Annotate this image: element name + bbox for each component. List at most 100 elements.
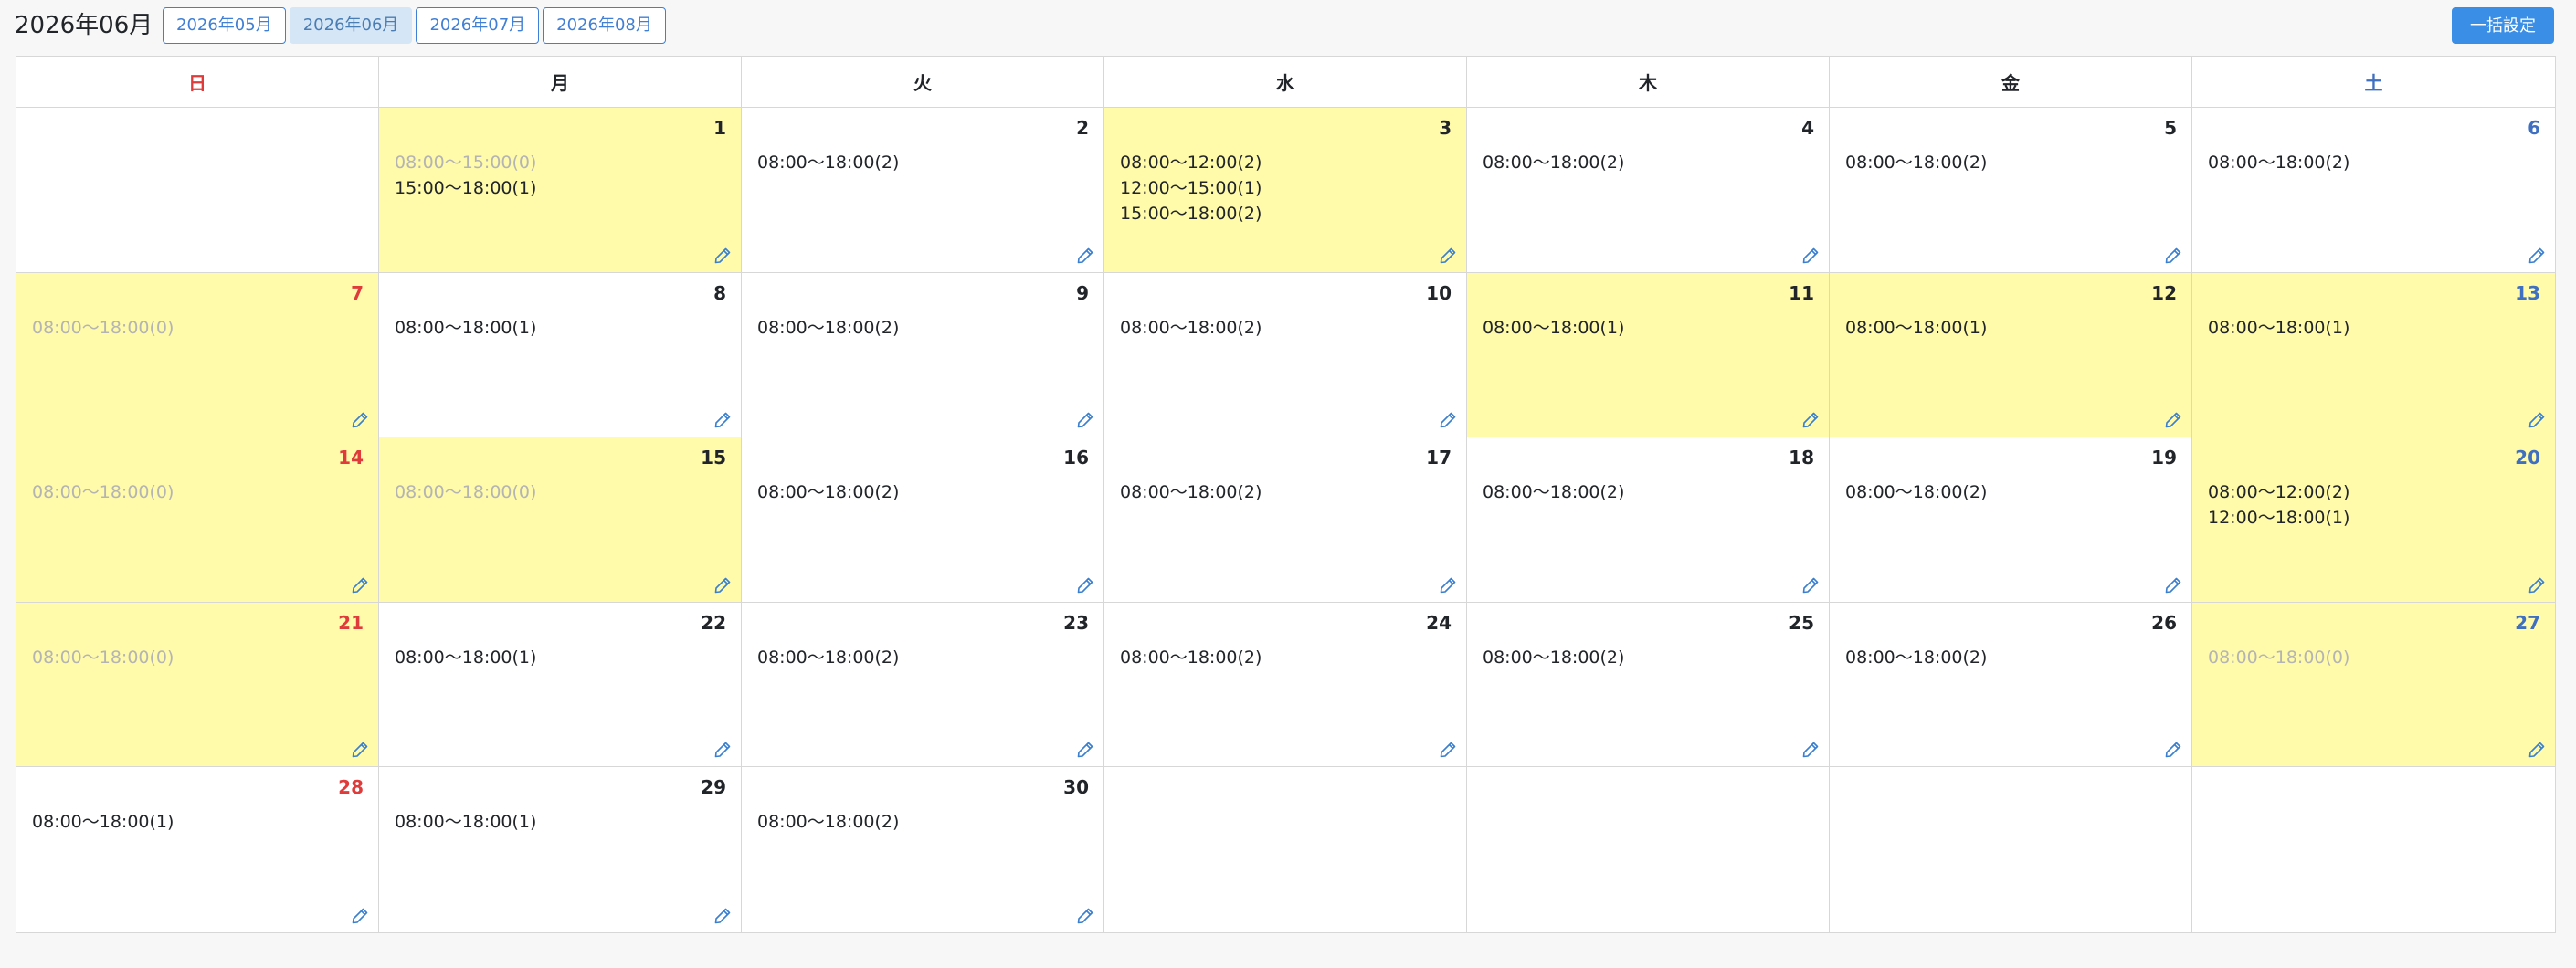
time-slot-list: 08:00〜18:00(1) (1483, 315, 1624, 341)
pencil-icon[interactable] (2164, 741, 2182, 759)
pencil-icon[interactable] (1801, 411, 1820, 429)
time-slot-list: 08:00〜18:00(0) (32, 315, 174, 341)
pencil-icon[interactable] (713, 411, 732, 429)
day-number: 4 (1801, 117, 1814, 139)
time-slot-list: 08:00〜18:00(1) (395, 645, 536, 670)
pencil-icon[interactable] (1076, 907, 1094, 925)
time-slot-list: 08:00〜15:00(0) 15:00〜18:00(1) (395, 150, 536, 201)
day-number: 16 (1063, 447, 1089, 469)
weekday-header-wed: 水 (1104, 57, 1467, 108)
time-slot-list: 08:00〜18:00(2) (757, 645, 899, 670)
day-number: 17 (1426, 447, 1452, 469)
time-slot: 08:00〜18:00(0) (2208, 647, 2350, 668)
calendar-day-cell: 22 08:00〜18:00(1) (379, 602, 742, 768)
page-title: 2026年06月 (15, 12, 153, 39)
calendar-day-cell: 4 08:00〜18:00(2) (1467, 108, 1830, 273)
calendar-day-cell: 3 08:00〜12:00(2) 12:00〜15:00(1) 15:00〜18:00… (1104, 108, 1467, 273)
pencil-icon[interactable] (2528, 247, 2546, 265)
calendar-day-cell: 10 08:00〜18:00(2) (1104, 272, 1467, 438)
day-number: 2 (1076, 117, 1089, 139)
calendar-day-cell: 6 08:00〜18:00(2) (2192, 108, 2555, 273)
pencil-icon[interactable] (713, 247, 732, 265)
time-slot-list: 08:00〜18:00(0) (2208, 645, 2349, 670)
time-slot-list: 08:00〜18:00(2) (757, 809, 899, 835)
pencil-icon[interactable] (2164, 411, 2182, 429)
pencil-icon[interactable] (351, 411, 369, 429)
day-number: 6 (2528, 117, 2540, 139)
pencil-icon[interactable] (1076, 741, 1094, 759)
pencil-icon[interactable] (713, 741, 732, 759)
pencil-icon[interactable] (1439, 247, 1457, 265)
day-number: 19 (2151, 447, 2177, 469)
day-number: 20 (2515, 447, 2540, 469)
calendar-day-cell: 7 08:00〜18:00(0) (16, 272, 379, 438)
time-slot: 08:00〜18:00(0) (32, 482, 174, 503)
calendar-day-cell: 15 08:00〜18:00(0) (379, 437, 742, 603)
calendar-grid: 日 月 火 水 木 金 土 1 08:00〜15:00(0) 15:00〜18:00… (16, 56, 2556, 933)
bulk-settings-button[interactable]: 一括設定 (2452, 7, 2554, 44)
time-slot: 08:00〜18:00(2) (1845, 647, 1988, 668)
time-slot-list: 08:00〜18:00(1) (1845, 315, 1987, 341)
pencil-icon[interactable] (2164, 247, 2182, 265)
tab-2026-07[interactable]: 2026年07月 (416, 7, 540, 44)
time-slot: 08:00〜18:00(2) (757, 153, 900, 173)
day-number: 3 (1439, 117, 1452, 139)
pencil-icon[interactable] (713, 576, 732, 594)
time-slot: 15:00〜18:00(2) (1120, 204, 1262, 224)
time-slot: 08:00〜18:00(2) (757, 482, 900, 503)
pencil-icon[interactable] (1076, 411, 1094, 429)
pencil-icon[interactable] (2528, 576, 2546, 594)
tab-2026-08[interactable]: 2026年08月 (543, 7, 666, 44)
day-number: 27 (2515, 611, 2540, 634)
pencil-icon[interactable] (351, 907, 369, 925)
day-number: 12 (2151, 281, 2177, 304)
calendar-day-cell: 29 08:00〜18:00(1) (379, 767, 742, 932)
time-slot-list: 08:00〜18:00(2) (1845, 479, 1987, 505)
day-number: 26 (2151, 611, 2177, 634)
calendar-empty-cell (2192, 767, 2555, 932)
time-slot: 08:00〜18:00(2) (1120, 482, 1262, 503)
time-slot-list: 08:00〜18:00(0) (395, 479, 536, 505)
calendar-empty-cell (16, 108, 379, 273)
pencil-icon[interactable] (1076, 576, 1094, 594)
tab-2026-05[interactable]: 2026年05月 (163, 7, 286, 44)
tab-2026-06[interactable]: 2026年06月 (289, 7, 413, 44)
calendar-day-cell: 8 08:00〜18:00(1) (379, 272, 742, 438)
pencil-icon[interactable] (351, 576, 369, 594)
time-slot: 08:00〜18:00(1) (395, 317, 537, 338)
time-slot: 08:00〜18:00(2) (1483, 153, 1625, 173)
time-slot: 08:00〜12:00(2) (1120, 153, 1262, 173)
pencil-icon[interactable] (713, 907, 732, 925)
pencil-icon[interactable] (1439, 411, 1457, 429)
calendar-day-cell: 17 08:00〜18:00(2) (1104, 437, 1467, 603)
pencil-icon[interactable] (2164, 576, 2182, 594)
time-slot-list: 08:00〜18:00(0) (32, 479, 174, 505)
pencil-icon[interactable] (351, 741, 369, 759)
pencil-icon[interactable] (1801, 741, 1820, 759)
time-slot-list: 08:00〜18:00(0) (32, 645, 174, 670)
pencil-icon[interactable] (2528, 411, 2546, 429)
pencil-icon[interactable] (1439, 741, 1457, 759)
time-slot: 08:00〜18:00(0) (395, 482, 537, 503)
calendar-day-cell: 12 08:00〜18:00(1) (1830, 272, 2192, 438)
calendar-day-cell: 23 08:00〜18:00(2) (742, 602, 1104, 768)
weekday-header-sat: 土 (2192, 57, 2555, 108)
weekday-header-sun: 日 (16, 57, 379, 108)
calendar-empty-cell (1104, 767, 1467, 932)
pencil-icon[interactable] (1801, 247, 1820, 265)
pencil-icon[interactable] (1439, 576, 1457, 594)
pencil-icon[interactable] (1801, 576, 1820, 594)
day-number: 14 (338, 447, 364, 469)
time-slot: 08:00〜18:00(0) (32, 647, 174, 668)
time-slot-list: 08:00〜18:00(1) (32, 809, 174, 835)
time-slot: 08:00〜18:00(2) (1845, 153, 1988, 173)
calendar-day-cell: 18 08:00〜18:00(2) (1467, 437, 1830, 603)
weekday-header-thu: 木 (1467, 57, 1830, 108)
pencil-icon[interactable] (2528, 741, 2546, 759)
pencil-icon[interactable] (1076, 247, 1094, 265)
calendar-day-cell: 14 08:00〜18:00(0) (16, 437, 379, 603)
day-number: 30 (1063, 776, 1089, 799)
day-number: 1 (713, 117, 726, 139)
calendar-day-cell: 9 08:00〜18:00(2) (742, 272, 1104, 438)
weekday-header-tue: 火 (742, 57, 1104, 108)
